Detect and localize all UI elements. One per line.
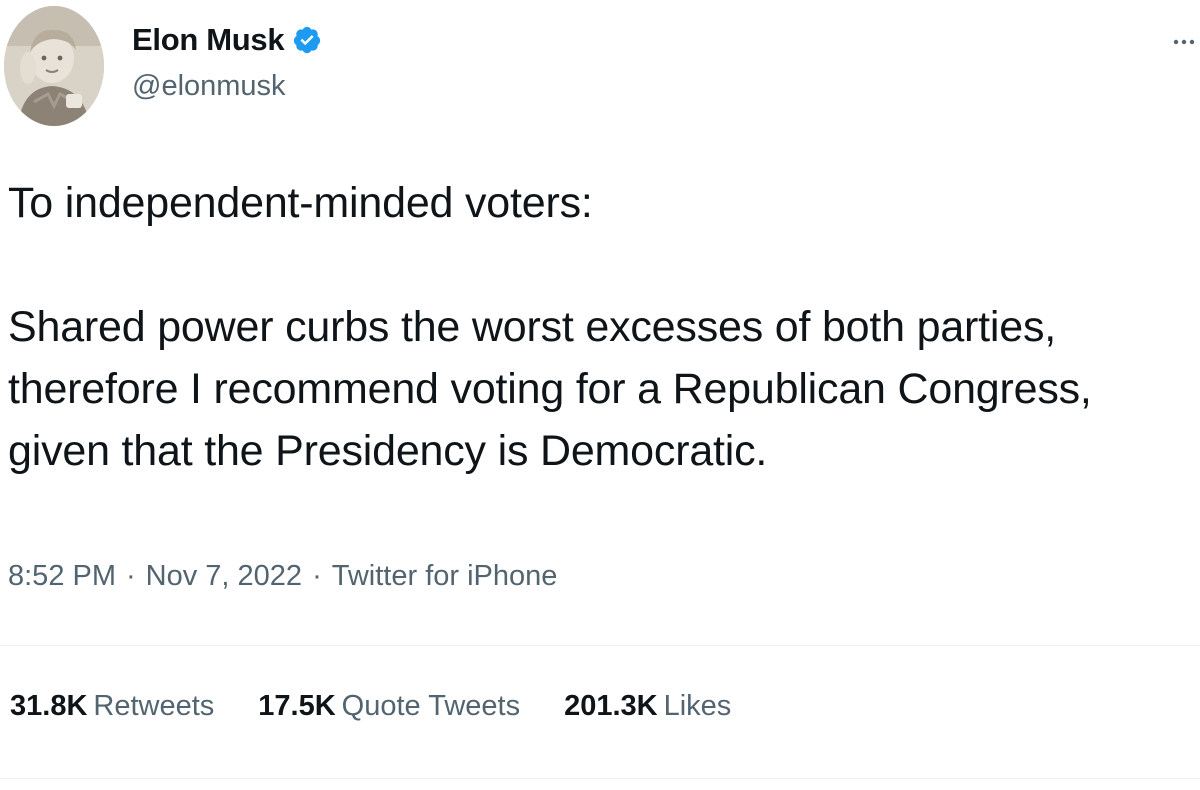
tweet-source[interactable]: Twitter for iPhone xyxy=(332,560,558,593)
profile-photo-avatar-icon xyxy=(4,6,104,126)
retweets-stat[interactable]: 31.8K Retweets xyxy=(10,690,214,723)
meta-separator: · xyxy=(312,560,322,592)
likes-count: 201.3K xyxy=(564,690,658,722)
tweet-metadata: 8:52 PM · Nov 7, 2022 · Twitter for iPho… xyxy=(8,560,557,593)
quote-tweets-stat[interactable]: 17.5K Quote Tweets xyxy=(258,690,520,723)
meta-separator: · xyxy=(126,560,136,592)
author-handle[interactable]: @elonmusk xyxy=(132,70,286,103)
verified-badge-icon xyxy=(292,25,322,55)
divider xyxy=(0,645,1200,646)
retweets-count: 31.8K xyxy=(10,690,88,722)
retweets-label: Retweets xyxy=(93,690,215,722)
author-name[interactable]: Elon Musk xyxy=(132,22,285,58)
tweet-date[interactable]: Nov 7, 2022 xyxy=(146,560,302,593)
tweet-text: To independent-minded voters: Shared pow… xyxy=(8,172,1198,482)
more-options-icon xyxy=(1173,39,1195,45)
quote-tweets-count: 17.5K xyxy=(258,690,336,722)
likes-label: Likes xyxy=(663,690,732,722)
tweet-paragraph: Shared power curbs the worst excesses of… xyxy=(8,303,1092,475)
quote-tweets-label: Quote Tweets xyxy=(341,690,521,722)
more-options-button[interactable] xyxy=(1170,22,1198,62)
tweet-card: Elon Musk @elonmusk To independent-minde… xyxy=(0,0,1200,790)
tweet-paragraph: To independent-minded voters: xyxy=(8,179,593,227)
author-name-row: Elon Musk xyxy=(132,18,322,62)
divider xyxy=(0,778,1200,779)
likes-stat[interactable]: 201.3K Likes xyxy=(564,690,731,723)
author-avatar[interactable] xyxy=(4,6,104,126)
engagement-stats: 31.8K Retweets 17.5K Quote Tweets 201.3K Li… xyxy=(10,690,775,723)
tweet-time[interactable]: 8:52 PM xyxy=(8,560,116,593)
